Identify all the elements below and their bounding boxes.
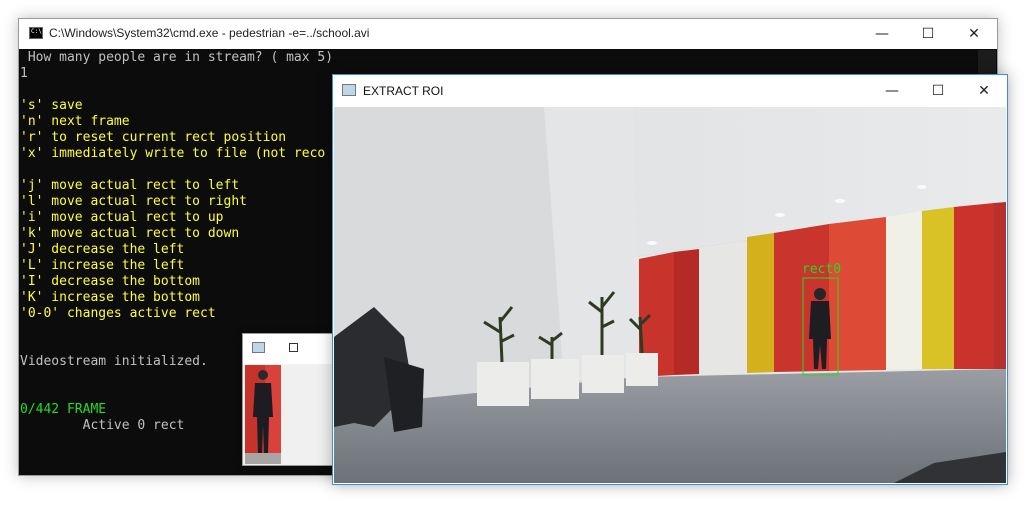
- video-frame[interactable]: rect0: [334, 107, 1006, 483]
- crop-preview-app-icon: [252, 342, 265, 353]
- crop-preview-maximize-button[interactable]: [289, 343, 298, 352]
- cmd-window-title: C:\Windows\System32\cmd.exe - pedestrian…: [49, 26, 370, 40]
- roi-window-title: EXTRACT ROI: [363, 84, 444, 98]
- roi-title-bar[interactable]: EXTRACT ROI — ☐ ✕: [333, 75, 1007, 106]
- cmd-close-button[interactable]: ✕: [951, 19, 997, 49]
- crop-preview-title-bar[interactable]: [243, 334, 343, 364]
- cmd-minimize-button[interactable]: —: [859, 19, 905, 49]
- video-frame-svg: rect0: [334, 107, 1006, 483]
- roi-maximize-button[interactable]: ☐: [915, 76, 961, 106]
- roi-close-button[interactable]: ✕: [961, 76, 1007, 106]
- roi-rect-label: rect0: [802, 262, 841, 277]
- cropped-person-image: [245, 365, 281, 464]
- cmd-maximize-button[interactable]: ☐: [905, 19, 951, 49]
- cmd-title-bar[interactable]: C:\Windows\System32\cmd.exe - pedestrian…: [19, 19, 997, 49]
- roi-minimize-button[interactable]: —: [869, 76, 915, 106]
- roi-app-icon: [342, 84, 356, 96]
- console-line: How many people are in stream? ( max 5): [20, 50, 334, 65]
- cropped-person-svg: [245, 365, 281, 464]
- crop-preview-window: [242, 333, 344, 466]
- cmd-app-icon: [29, 27, 43, 39]
- extract-roi-window: EXTRACT ROI — ☐ ✕ rect0: [332, 74, 1008, 485]
